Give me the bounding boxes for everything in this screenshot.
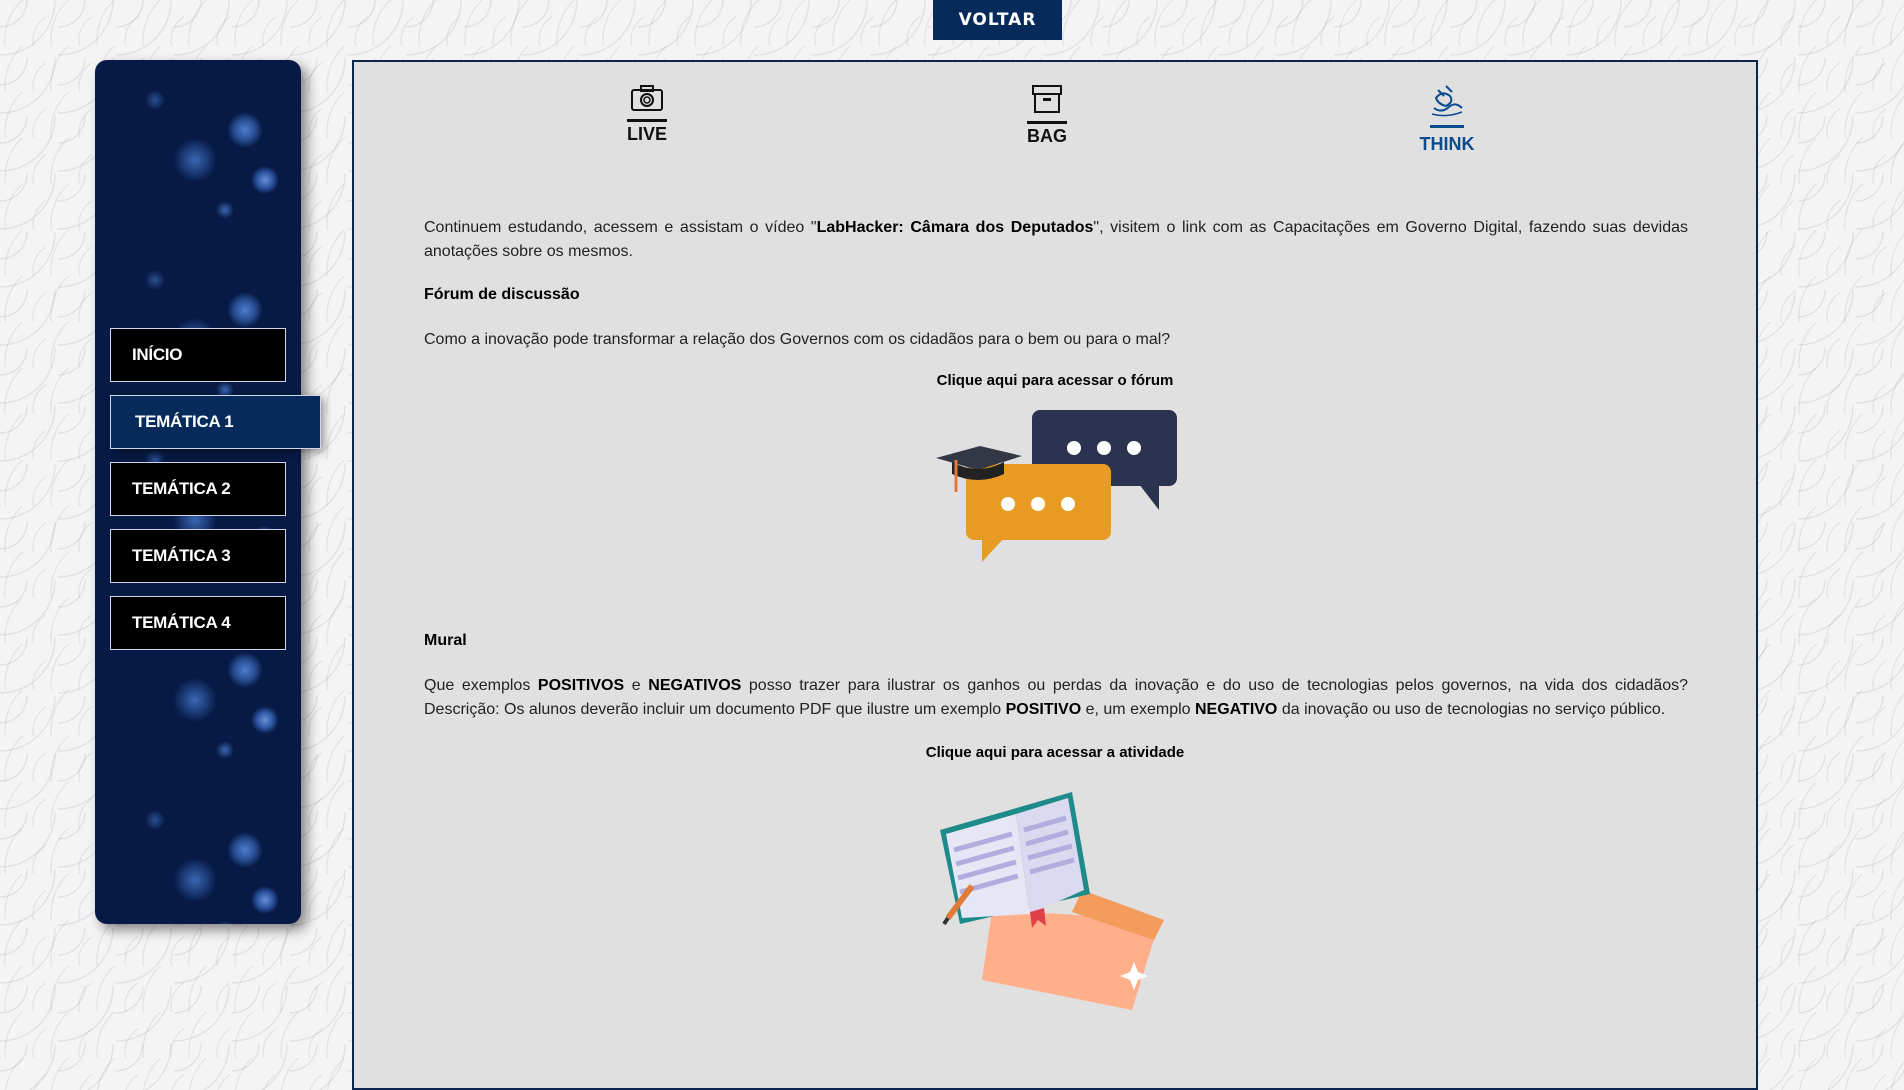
mural-text: e, um exemplo — [1081, 701, 1195, 718]
sidebar-item-tematica-4[interactable]: TEMÁTICA 4 — [110, 596, 286, 650]
sidebar-item-tematica-3[interactable]: TEMÁTICA 3 — [110, 529, 286, 583]
forum-heading: Fórum de discussão — [424, 286, 580, 303]
activity-link[interactable]: Clique aqui para acessar a atividade — [354, 744, 1756, 761]
tab-underline — [627, 119, 667, 122]
mural-text: da inovação ou uso de tecnologias no ser… — [1277, 701, 1666, 718]
sidebar-item-inicio[interactable]: INÍCIO — [110, 328, 286, 382]
mural-description: Que exemplos POSITIVOS e NEGATIVOS posso… — [424, 674, 1688, 722]
forum-illustration-chat-bubbles-icon[interactable] — [934, 410, 1179, 575]
mural-emphasis: POSITIVO — [1005, 701, 1082, 718]
mural-emphasis: NEGATIVO — [1195, 701, 1278, 718]
tab-think[interactable]: THINK — [1402, 84, 1492, 155]
content-panel: LIVE BAG THINK Continuem estudando, aces… — [352, 60, 1758, 1090]
forum-question: Como a inovação pode transformar a relaç… — [424, 331, 1171, 348]
mural-emphasis: NEGATIVOS — [648, 677, 742, 694]
tab-label: THINK — [1419, 134, 1475, 154]
mural-heading: Mural — [424, 632, 467, 649]
sidebar: INÍCIO TEMÁTICA 1 TEMÁTICA 2 TEMÁTICA 3 … — [95, 60, 321, 924]
tab-label: LIVE — [626, 124, 667, 144]
tab-live[interactable]: LIVE — [602, 84, 692, 145]
voltar-button[interactable]: VOLTAR — [933, 0, 1062, 40]
plug-brain-icon — [1431, 85, 1463, 117]
mural-text: e — [624, 677, 649, 694]
mural-text: Que exemplos — [424, 677, 538, 694]
mural-emphasis: POSITIVOS — [537, 677, 625, 694]
tab-label: BAG — [1027, 126, 1067, 146]
intro-paragraph: Continuem estudando, acessem e assistam … — [424, 216, 1688, 264]
forum-link[interactable]: Clique aqui para acessar o fórum — [354, 372, 1756, 389]
tab-underline — [1027, 121, 1067, 124]
camera-icon — [631, 85, 663, 111]
archive-box-icon — [1032, 85, 1062, 113]
activity-illustration-book-icon[interactable] — [932, 790, 1177, 1015]
tab-bag[interactable]: BAG — [1002, 84, 1092, 147]
sidebar-item-tematica-1[interactable]: TEMÁTICA 1 — [110, 395, 321, 449]
sidebar-item-tematica-2[interactable]: TEMÁTICA 2 — [110, 462, 286, 516]
intro-text: Continuem estudando, acessem e assistam … — [424, 219, 817, 236]
video-title: LabHacker: Câmara dos Deputados — [816, 219, 1094, 236]
tab-underline — [1430, 125, 1464, 128]
